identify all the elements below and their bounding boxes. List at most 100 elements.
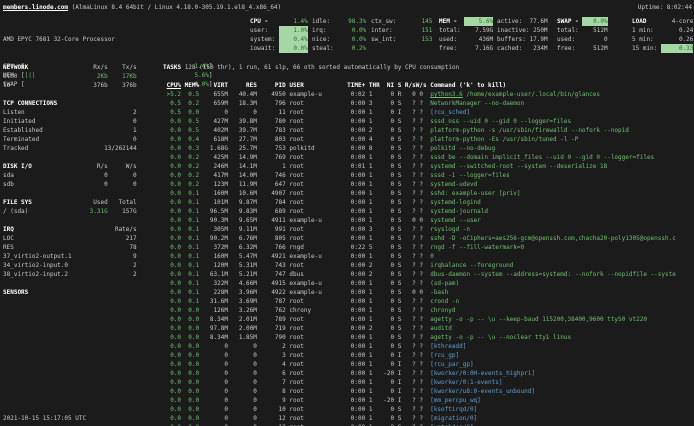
process-row[interactable]: 0.00.4618M27.7M803 root0:00 40S?? platfo… bbox=[163, 135, 676, 144]
process-row[interactable]: 0.00.097.8M2.00M719 root0:00 20S?? audit… bbox=[163, 324, 676, 333]
process-row[interactable]: 0.50.00011 root0:00 10I?? [rcu_sched] bbox=[163, 108, 676, 117]
stat-label: 5 min: bbox=[632, 35, 661, 44]
process-row[interactable]: 0.00.1372M6.32M766 rngd0:22 50S?? rngd -… bbox=[163, 243, 676, 252]
proc-pid: 769 bbox=[257, 153, 286, 162]
proc-state: S bbox=[394, 198, 401, 207]
proc-cpu-pct: 0.0 bbox=[163, 396, 181, 405]
process-row[interactable]: 0.00.1322M4.66M4915 example-u0:00 10S?? … bbox=[163, 279, 676, 288]
proc-read-rate: ? bbox=[401, 126, 415, 135]
proc-mem-pct: 0.1 bbox=[181, 225, 199, 234]
proc-state: S bbox=[394, 126, 401, 135]
process-row[interactable]: 0.00.190.3M9.65M4911 example-u0:00 10S00… bbox=[163, 216, 676, 225]
terminal[interactable]: members.linode.com (AlmaLinux 8.4 64bit … bbox=[0, 0, 694, 426]
sidebar-row: Listen2 bbox=[3, 108, 137, 117]
proc-command: platform-python -s /usr/sbin/firewalld -… bbox=[423, 126, 629, 135]
proc-cpu-pct: 0.0 bbox=[163, 117, 181, 126]
proc-user: root bbox=[286, 333, 326, 342]
proc-read-rate: ? bbox=[401, 369, 415, 378]
process-table-header[interactable]: CPU%MEM%VIRTRESPID USERTIME+ THRNISR/sW/… bbox=[163, 81, 506, 90]
proc-res: 39.7M bbox=[228, 126, 257, 135]
stat-row: total:512M bbox=[557, 26, 608, 35]
proc-time: 0:00 bbox=[326, 333, 366, 342]
process-row[interactable]: 0.00.0006 root0:00 1-20I?? [kworker/0:0H… bbox=[163, 369, 676, 378]
proc-threads: 8 bbox=[365, 144, 379, 153]
sidebar-row: Tracked13/262144 bbox=[3, 144, 137, 153]
process-row[interactable]: 0.00.0007 root0:00 10I?? [kworker/0:1-ev… bbox=[163, 378, 676, 387]
proc-pid: 8 bbox=[257, 387, 286, 396]
process-row[interactable]: 0.00.2246M14.1M1 root0:01 10S?? systemd … bbox=[163, 162, 676, 171]
process-row[interactable]: 0.00.1120M5.31M743 root0:00 20S?? irqbal… bbox=[163, 261, 676, 270]
proc-threads: 1 bbox=[365, 108, 379, 117]
process-row[interactable]: 0.00.0003 root0:00 10I?? [rcu_gp] bbox=[163, 351, 676, 360]
proc-read-rate: ? bbox=[401, 405, 415, 414]
sidebar-row-value-2: 1 bbox=[108, 126, 137, 135]
proc-time: 0:00 bbox=[326, 414, 366, 423]
process-row[interactable]: 0.00.0002 root0:00 10S?? [kthreadd] bbox=[163, 342, 676, 351]
process-row[interactable]: 0.00.0008 root0:00 10I?? [kworker/u8:0-e… bbox=[163, 387, 676, 396]
process-row[interactable]: 0.00.5427M39.8M780 root0:00 10S?? sssd_n… bbox=[163, 117, 676, 126]
process-row[interactable]: 0.00.0004 root0:00 10I?? [rcu_par_gp] bbox=[163, 360, 676, 369]
proc-read-rate: ? bbox=[401, 297, 415, 306]
proc-virt: 228M bbox=[199, 288, 228, 297]
process-row[interactable]: 0.00.5402M39.7M783 root0:00 20S?? platfo… bbox=[163, 126, 676, 135]
col-header-time: TIME+ bbox=[326, 81, 366, 90]
proc-read-rate: ? bbox=[401, 180, 415, 189]
proc-cpu-pct: 0.0 bbox=[163, 153, 181, 162]
sidebar-row-label: / (sda) bbox=[3, 207, 75, 216]
process-row[interactable]: 0.00.131.6M3.69M787 root0:00 10S?? crond… bbox=[163, 297, 676, 306]
uptime-value: 8:02:44 bbox=[667, 4, 692, 11]
proc-mem-pct: 0.1 bbox=[181, 207, 199, 216]
process-row[interactable]: 0.00.1228M3.96M4922 example-u0:00 10S00 … bbox=[163, 288, 676, 297]
stat-value: 0.0% bbox=[337, 26, 366, 35]
proc-mem-pct: 0.2 bbox=[181, 153, 199, 162]
proc-pid: 10 bbox=[257, 405, 286, 414]
process-row[interactable]: 0.00.196.5M9.83M689 root0:00 10S?? syste… bbox=[163, 207, 676, 216]
proc-threads: 1 bbox=[365, 207, 379, 216]
proc-user: root bbox=[286, 225, 326, 234]
process-row[interactable]: 0.00.2123M11.9M647 root0:00 10S?? system… bbox=[163, 180, 676, 189]
proc-threads: 1 bbox=[365, 315, 379, 324]
proc-write-rate: ? bbox=[416, 396, 423, 405]
proc-time: 0:00 bbox=[326, 324, 366, 333]
proc-write-rate: ? bbox=[416, 414, 423, 423]
process-row[interactable]: 0.00.1305M9.11M991 root0:00 30S?? rsyslo… bbox=[163, 225, 676, 234]
proc-mem-pct: 0.1 bbox=[181, 279, 199, 288]
proc-threads: 1 bbox=[365, 162, 379, 171]
proc-command: rngd -f --fill-watermark=0 bbox=[423, 243, 524, 252]
process-row[interactable]: 0.00.08.34M1.85M790 root0:00 10S?? agett… bbox=[163, 333, 676, 342]
process-row[interactable]: 0.00.2417M14.0M746 root0:00 10S?? sssd -… bbox=[163, 171, 676, 180]
proc-pid: 1 bbox=[257, 162, 286, 171]
stat-row: user:1.0% bbox=[250, 26, 308, 35]
sidebar-row-value-1: 3.31G bbox=[75, 207, 108, 216]
proc-command: dbus-daemon --system --address=systemd: … bbox=[423, 270, 676, 279]
proc-mem-pct: 0.0 bbox=[181, 405, 199, 414]
process-row[interactable]: 0.50.2659M18.3M796 root0:00 30S?? Networ… bbox=[163, 99, 676, 108]
stat-value: 153 bbox=[400, 35, 433, 44]
proc-res: 9.65M bbox=[228, 216, 257, 225]
process-row[interactable]: 0.00.0126M3.26M762 chrony0:00 10S?? chro… bbox=[163, 306, 676, 315]
sidebar-row: lo376b376b bbox=[3, 81, 137, 90]
sidebar-row: DISK I/OR/sW/s bbox=[3, 162, 137, 171]
process-row[interactable]: 0.00.08.34M2.01M789 root0:00 10S?? agett… bbox=[163, 315, 676, 324]
process-row[interactable]: 0.00.2425M14.9M769 root0:00 10S?? sssd_b… bbox=[163, 153, 676, 162]
proc-virt: 427M bbox=[199, 117, 228, 126]
process-row[interactable]: 0.00.1160M10.6M4907 root0:00 10S?? sshd:… bbox=[163, 189, 676, 198]
process-row[interactable]: >5.20.5655M40.4M4950 example-u0:02 10R00… bbox=[163, 90, 676, 99]
stat-value: 77.6M bbox=[530, 17, 548, 26]
process-row[interactable]: 0.00.31.68G25.7M753 polkitd0:00 80S?? po… bbox=[163, 144, 676, 153]
process-row[interactable]: 0.00.00012 root0:00 10S?? [migration/0] bbox=[163, 414, 676, 423]
process-row[interactable]: 0.00.0009 root0:00 1-20I?? [mm_percpu_wq… bbox=[163, 396, 676, 405]
process-row[interactable]: 0.00.1101M9.87M784 root0:00 10S?? system… bbox=[163, 198, 676, 207]
proc-state: S bbox=[394, 135, 401, 144]
proc-res: 9.83M bbox=[228, 207, 257, 216]
stat-row: sw_int:153 bbox=[371, 35, 432, 44]
process-row[interactable]: 0.00.190.2M6.76M805 root0:00 10S?? sshd … bbox=[163, 234, 676, 243]
proc-cpu-pct: 0.5 bbox=[163, 108, 181, 117]
process-row[interactable]: 0.00.1160M5.47M4921 example-u0:00 10S?? … bbox=[163, 252, 676, 261]
proc-virt: 96.5M bbox=[199, 207, 228, 216]
process-row[interactable]: 0.00.00010 root0:00 10S?? [ksoftirqd/0] bbox=[163, 405, 676, 414]
proc-res: 5.47M bbox=[228, 252, 257, 261]
proc-threads: 2 bbox=[365, 270, 379, 279]
proc-cpu-pct: 0.0 bbox=[163, 405, 181, 414]
process-row[interactable]: 0.00.163.1M5.21M747 dbus0:00 20S?? dbus-… bbox=[163, 270, 676, 279]
